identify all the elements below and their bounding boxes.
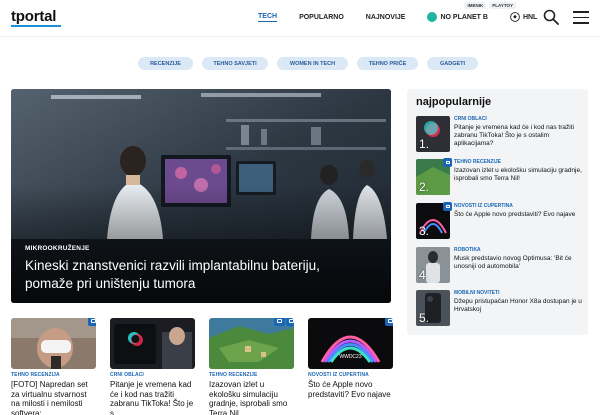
nav-item-no-planet-b[interactable]: NO PLANET B <box>427 12 488 22</box>
popular-item[interactable]: 4. ROBOTIKA Musk predstavio novog Optimu… <box>416 247 584 283</box>
sidebar-heading: najpopularnije <box>416 96 492 108</box>
nav-item-hnl[interactable]: HNL <box>510 12 537 22</box>
tag-tehno-savjeti[interactable]: TEHNO SAVJETI <box>202 57 268 70</box>
popular-title: Što će Apple novo predstaviti? Evo najav… <box>454 211 576 218</box>
card-category: NOVOSTI IZ CUPERTINA <box>308 372 369 378</box>
popular-title: Džepu pristupačan Honor X8a dostupan je … <box>454 298 582 313</box>
nav-label: HNL <box>522 13 538 21</box>
card-image: WWDC23 <box>308 318 393 369</box>
video-icon <box>274 318 285 326</box>
popular-item[interactable]: 3. NOVOSTI IZ CUPERTINA Što će Apple nov… <box>416 202 584 239</box>
popular-category: ROBOTIKA <box>454 247 481 253</box>
card-title: Pitanje je vremena kad će i kod nas traž… <box>110 380 194 415</box>
logo-underline <box>11 25 61 27</box>
search-icon[interactable] <box>543 9 559 25</box>
card-category: TEHNO RECENZIJE <box>209 372 258 378</box>
nav-item-popularno[interactable]: POPULARNO <box>299 14 344 21</box>
popular-thumbnail: 5. <box>416 290 450 326</box>
planet-icon <box>427 12 438 22</box>
nav-item-tech[interactable]: TECH <box>258 12 278 22</box>
article-card-tiktok[interactable]: CRNI OBLACI Pitanje je vremena kad će i … <box>110 318 195 415</box>
header-divider <box>0 36 600 37</box>
nav-item-najnovije[interactable]: NAJNOVIJE <box>366 14 406 21</box>
popular-title: Izazovan izlet u ekološku simulaciju gra… <box>454 167 582 182</box>
football-icon <box>510 12 520 22</box>
tag-pills: RECENZIJE TEHNO SAVJETI WOMEN IN TECH TE… <box>138 57 478 70</box>
popular-category: MOBILNI NOVITETI <box>454 290 500 296</box>
vr-headset-photo <box>11 318 96 369</box>
hero-title: Kineski znanstvenici razvili implantabil… <box>25 258 320 291</box>
popular-rank: 1. <box>419 137 430 151</box>
wwdc23-promo-image: WWDC23 <box>308 318 393 369</box>
hero-category: MIKROOKRUŽENJE <box>25 245 90 252</box>
hamburger-menu-icon[interactable] <box>573 11 589 24</box>
article-card-terra-nil[interactable]: TEHNO RECENZIJE Izazovan izlet u ekološk… <box>209 318 294 415</box>
tag-gadgeti[interactable]: GADGETI <box>427 57 478 70</box>
top-mini-links: IMENIK PLAYTOY <box>464 2 516 9</box>
popular-item[interactable]: 5. MOBILNI NOVITETI Džepu pristupačan Ho… <box>416 290 584 326</box>
card-category: CRNI OBLACI <box>110 372 144 378</box>
article-card-apple[interactable]: WWDC23 NOVOSTI IZ CUPERTINA Što će Apple… <box>308 318 393 399</box>
card-title: [FOTO] Napredan set za virtualnu stvarno… <box>11 380 88 415</box>
tag-women-in-tech[interactable]: WOMEN IN TECH <box>277 57 348 70</box>
article-card-vr[interactable]: TEHNO RECENZIJA [FOTO] Napredan set za v… <box>11 318 96 415</box>
tag-tehno-price[interactable]: TEHNO PRIČE <box>357 57 418 70</box>
popular-category: TEHNO RECENZIJE <box>454 159 501 165</box>
card-category: TEHNO RECENZIJA <box>11 372 60 378</box>
photo-gallery-icon <box>443 158 452 167</box>
card-image <box>11 318 96 369</box>
svg-text:WWDC23: WWDC23 <box>339 354 361 360</box>
nav-label: NO PLANET B <box>440 13 488 21</box>
popular-rank: 3. <box>419 224 430 238</box>
popular-rank: 5. <box>419 311 430 325</box>
popular-thumbnail: 4. <box>416 247 450 283</box>
site-header: tportal IMENIK PLAYTOY TECH POPULARNO NA… <box>0 0 600 34</box>
tiktok-hearing-photo <box>110 318 195 369</box>
tag-recenzije[interactable]: RECENZIJE <box>138 57 193 70</box>
nav-label: TECH <box>258 12 278 20</box>
photo-gallery-icon <box>385 318 393 326</box>
photo-gallery-icon <box>286 318 294 326</box>
card-image <box>209 318 294 369</box>
site-logo[interactable]: tportal <box>11 8 56 25</box>
card-image <box>110 318 195 369</box>
popular-title: Pitanje je vremena kad će i kod nas traž… <box>454 124 574 147</box>
popular-title: Musk predstavio novog Optimusa: 'Bit će … <box>454 255 572 270</box>
popular-category: CRNI OBLACI <box>454 116 487 122</box>
photo-gallery-icon <box>443 202 452 211</box>
popular-category: NOVOSTI IZ CUPERTINA <box>454 203 513 209</box>
popular-rank: 4. <box>419 268 430 282</box>
link-imenik[interactable]: IMENIK <box>464 2 487 9</box>
card-title: Izazovan izlet u ekološku simulaciju gra… <box>209 380 288 415</box>
nav-label: POPULARNO <box>299 13 344 21</box>
main-nav: TECH POPULARNO NAJNOVIJE NO PLANET B HNL <box>258 12 559 22</box>
nav-label: NAJNOVIJE <box>365 13 406 21</box>
card-title: Što će Apple novo predstaviti? Evo najav… <box>308 380 391 399</box>
link-playtoy[interactable]: PLAYTOY <box>489 2 516 9</box>
most-popular-sidebar: najpopularnije 1. CRNI OBLACI Pitanje je… <box>407 89 588 335</box>
popular-rank: 2. <box>419 180 430 194</box>
photo-gallery-icon <box>88 318 96 326</box>
popular-item[interactable]: 2. TEHNO RECENZIJE Izazovan izlet u ekol… <box>416 158 584 195</box>
hero-article[interactable]: MIKROOKRUŽENJE Kineski znanstvenici razv… <box>11 89 391 303</box>
popular-item[interactable]: 1. CRNI OBLACI Pitanje je vremena kad će… <box>416 116 584 152</box>
popular-thumbnail: 1. <box>416 116 450 152</box>
